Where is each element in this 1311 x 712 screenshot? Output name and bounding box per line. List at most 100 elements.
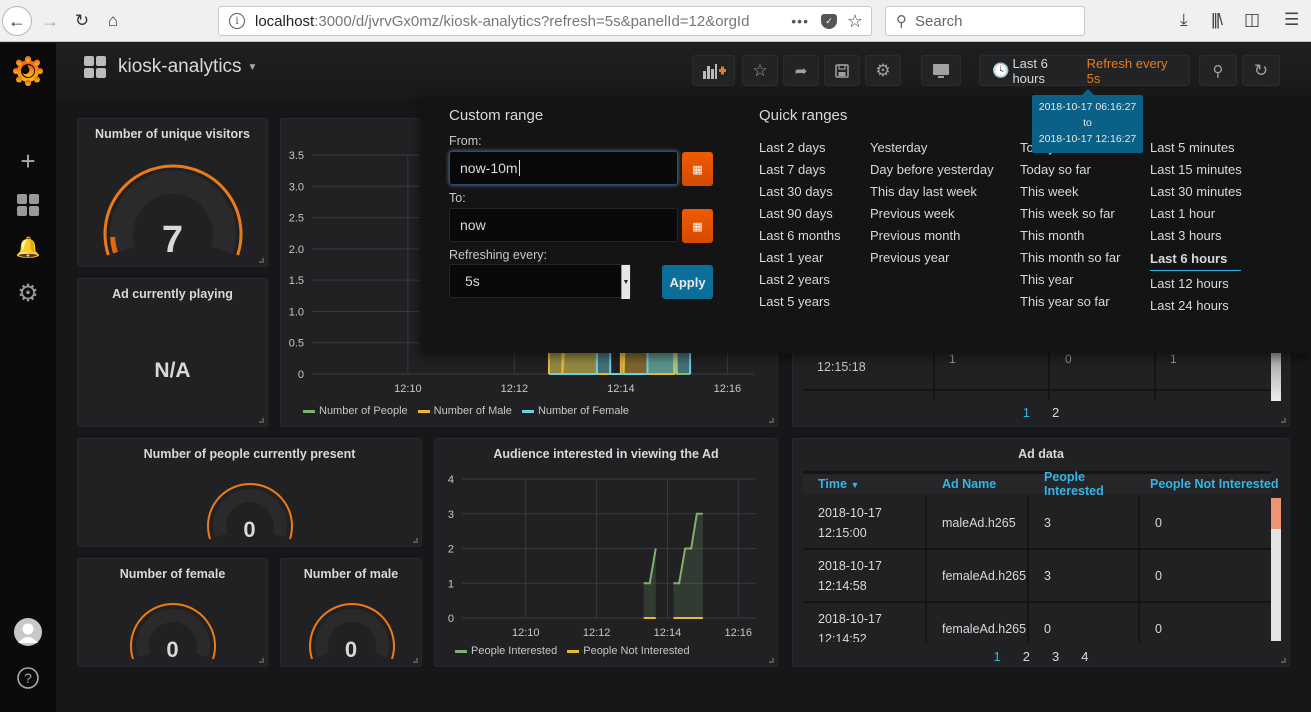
table-scrollbar[interactable]	[1271, 349, 1281, 401]
add-panel-button[interactable]	[692, 55, 735, 86]
bell-icon[interactable]: 🔔	[0, 235, 56, 259]
quick-range-item[interactable]: Last 1 year	[759, 247, 841, 269]
library-icon[interactable]: |||\	[1211, 10, 1223, 30]
from-input[interactable]: now-10m	[449, 151, 678, 185]
quick-range-item[interactable]: Last 90 days	[759, 203, 841, 225]
quick-range-item[interactable]: This week	[1020, 181, 1120, 203]
home-icon[interactable]: ⌂	[98, 6, 128, 36]
panel-title: Number of female	[119, 567, 226, 581]
back-icon[interactable]: ←	[2, 6, 32, 36]
quick-range-item[interactable]: Last 7 days	[759, 159, 841, 181]
quick-range-item[interactable]: Last 30 minutes	[1150, 181, 1242, 203]
quick-range-item[interactable]: This year	[1020, 269, 1120, 291]
more-icon[interactable]: •••	[791, 13, 809, 29]
legend-item[interactable]: People Not Interested	[567, 645, 690, 657]
quick-range-item[interactable]: This month	[1020, 225, 1120, 247]
page-link[interactable]: 4	[1081, 649, 1088, 664]
quick-range-item[interactable]: Last 3 hours	[1150, 225, 1242, 247]
page-link[interactable]: 2	[1023, 649, 1030, 664]
forward-icon[interactable]: →	[35, 6, 65, 36]
menu-icon[interactable]: ☰	[1284, 10, 1299, 30]
quick-range-item[interactable]: This day last week	[870, 181, 994, 203]
page-link[interactable]: 2	[1052, 405, 1059, 420]
resize-handle[interactable]	[259, 658, 264, 663]
search-input[interactable]: ⚲ Search	[885, 6, 1085, 36]
column-header-people-not-interested[interactable]: People Not Interested	[1140, 477, 1279, 491]
quick-range-item[interactable]: Yesterday	[870, 137, 994, 159]
y-tick-label: 1.5	[289, 275, 304, 287]
legend-item[interactable]: Number of People	[303, 405, 408, 417]
sidebar-icon[interactable]: ◫	[1244, 10, 1260, 30]
quick-range-item[interactable]: Last 2 years	[759, 269, 841, 291]
gear-icon[interactable]: ⚙	[0, 280, 56, 307]
dashboards-icon[interactable]	[0, 193, 56, 217]
download-icon[interactable]: ⤓	[1180, 10, 1188, 30]
save-button[interactable]	[824, 55, 860, 86]
quick-range-item[interactable]: Previous month	[870, 225, 994, 247]
resize-handle[interactable]	[769, 418, 774, 423]
refresh-select[interactable]: 5s ▼	[449, 264, 631, 299]
plus-icon[interactable]: +	[0, 146, 56, 176]
page-link[interactable]: 1	[1023, 405, 1030, 420]
quick-range-item[interactable]: Last 6 months	[759, 225, 841, 247]
resize-handle[interactable]	[413, 538, 418, 543]
resize-handle[interactable]	[259, 418, 264, 423]
legend-item[interactable]: Number of Male	[417, 405, 512, 417]
quick-range-item[interactable]: Previous year	[870, 247, 994, 269]
quick-range-item[interactable]: Last 24 hours	[1150, 295, 1242, 317]
quick-range-item[interactable]: Last 6 hours	[1150, 247, 1241, 271]
column-header-ad-name[interactable]: Ad Name	[927, 477, 1029, 491]
column-header-time[interactable]: Time ▼	[803, 477, 927, 491]
refresh-button[interactable]: ↻	[1242, 55, 1280, 86]
grafana-logo[interactable]	[0, 55, 56, 87]
settings-button[interactable]: ⚙	[865, 55, 901, 86]
avatar-icon[interactable]	[0, 617, 56, 647]
resize-handle[interactable]	[769, 658, 774, 663]
quick-range-item[interactable]: Today so far	[1020, 159, 1120, 181]
quick-range-item[interactable]: Last 2 days	[759, 137, 841, 159]
quick-range-item[interactable]: This week so far	[1020, 203, 1120, 225]
apply-button[interactable]: Apply	[662, 265, 713, 299]
col-divider	[1154, 349, 1156, 401]
bookmark-star-icon[interactable]: ☆	[847, 11, 863, 32]
legend-item[interactable]: People Interested	[455, 645, 557, 657]
page-link[interactable]: 1	[994, 649, 1001, 664]
quick-range-item[interactable]: Last 12 hours	[1150, 273, 1242, 295]
quick-range-item[interactable]: Day before yesterday	[870, 159, 994, 181]
resize-handle[interactable]	[1281, 418, 1286, 423]
page-link[interactable]: 3	[1052, 649, 1059, 664]
quick-range-item[interactable]: Last 30 days	[759, 181, 841, 203]
resize-handle[interactable]	[1281, 658, 1286, 663]
quick-range-item[interactable]: Last 5 minutes	[1150, 137, 1242, 159]
column-header-people-interested[interactable]: People Interested	[1029, 470, 1140, 498]
star-button[interactable]: ☆	[742, 55, 778, 86]
calendar-icon: ▦	[692, 163, 703, 176]
table-scrollbar[interactable]	[1271, 498, 1281, 641]
resize-handle[interactable]	[259, 258, 264, 263]
table-cell: 3	[1029, 550, 1140, 601]
pocket-icon[interactable]: ✓	[821, 13, 837, 29]
zoom-out-button[interactable]: ⚲	[1199, 55, 1237, 86]
quick-range-item[interactable]: Last 5 years	[759, 291, 841, 313]
quick-range-item[interactable]: Last 1 hour	[1150, 203, 1242, 225]
from-calendar-button[interactable]: ▦	[682, 152, 713, 186]
quick-range-item[interactable]: Last 15 minutes	[1150, 159, 1242, 181]
quick-range-item[interactable]: Previous week	[870, 203, 994, 225]
scrollbar-thumb[interactable]	[1271, 498, 1281, 529]
share-button[interactable]: ➦	[783, 55, 819, 86]
reload-icon[interactable]: ↻	[67, 6, 97, 36]
dashboard-picker[interactable]: kiosk-analytics ▼	[84, 56, 257, 78]
quick-range-item[interactable]: This year so far	[1020, 291, 1120, 313]
info-icon[interactable]: i	[229, 13, 245, 29]
time-picker-button[interactable]: 🕓 Last 6 hours Refresh every 5s	[979, 55, 1190, 86]
legend-item[interactable]: Number of Female	[521, 405, 629, 417]
help-icon[interactable]: ?	[0, 663, 56, 693]
resize-handle[interactable]	[413, 658, 418, 663]
tv-mode-button[interactable]	[921, 55, 961, 86]
table-cell: 2018-10-17 12:15:00	[803, 497, 927, 548]
url-bar[interactable]: i localhost:3000/d/jvrvGx0mz/kiosk-analy…	[218, 6, 872, 36]
to-calendar-button[interactable]: ▦	[682, 209, 713, 243]
quick-range-item[interactable]: This month so far	[1020, 247, 1120, 269]
y-tick-label: 2.5	[289, 213, 304, 225]
to-input[interactable]: now	[449, 208, 678, 242]
